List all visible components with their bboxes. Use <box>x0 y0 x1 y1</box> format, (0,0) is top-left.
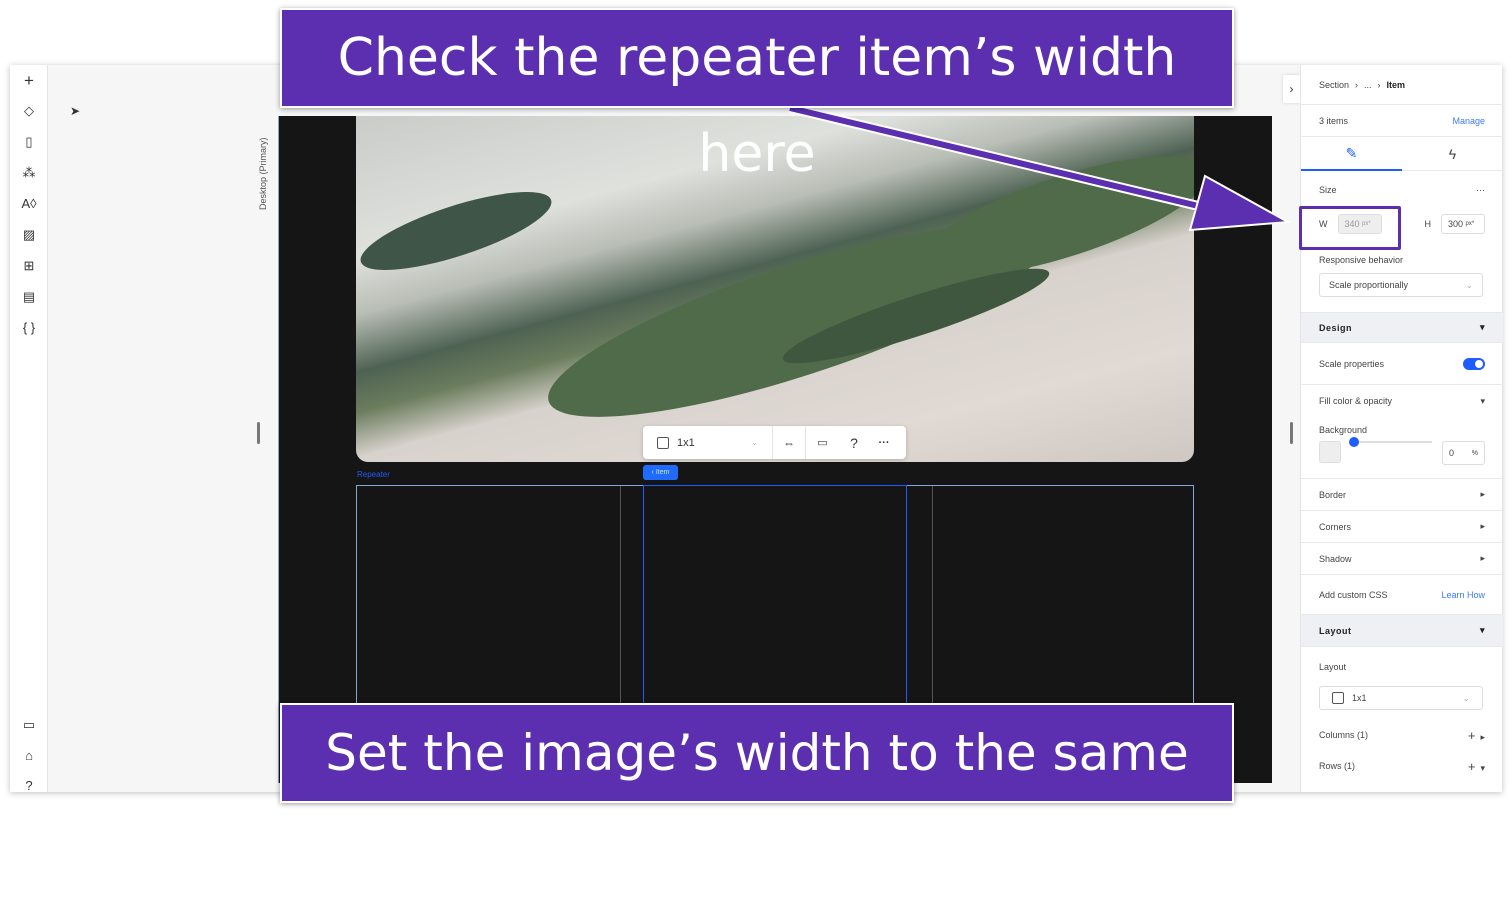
callout-bottom: Set the image’s width to the same value <box>280 703 1234 878</box>
callout-top: Check the repeater item’s width here <box>280 8 1234 184</box>
